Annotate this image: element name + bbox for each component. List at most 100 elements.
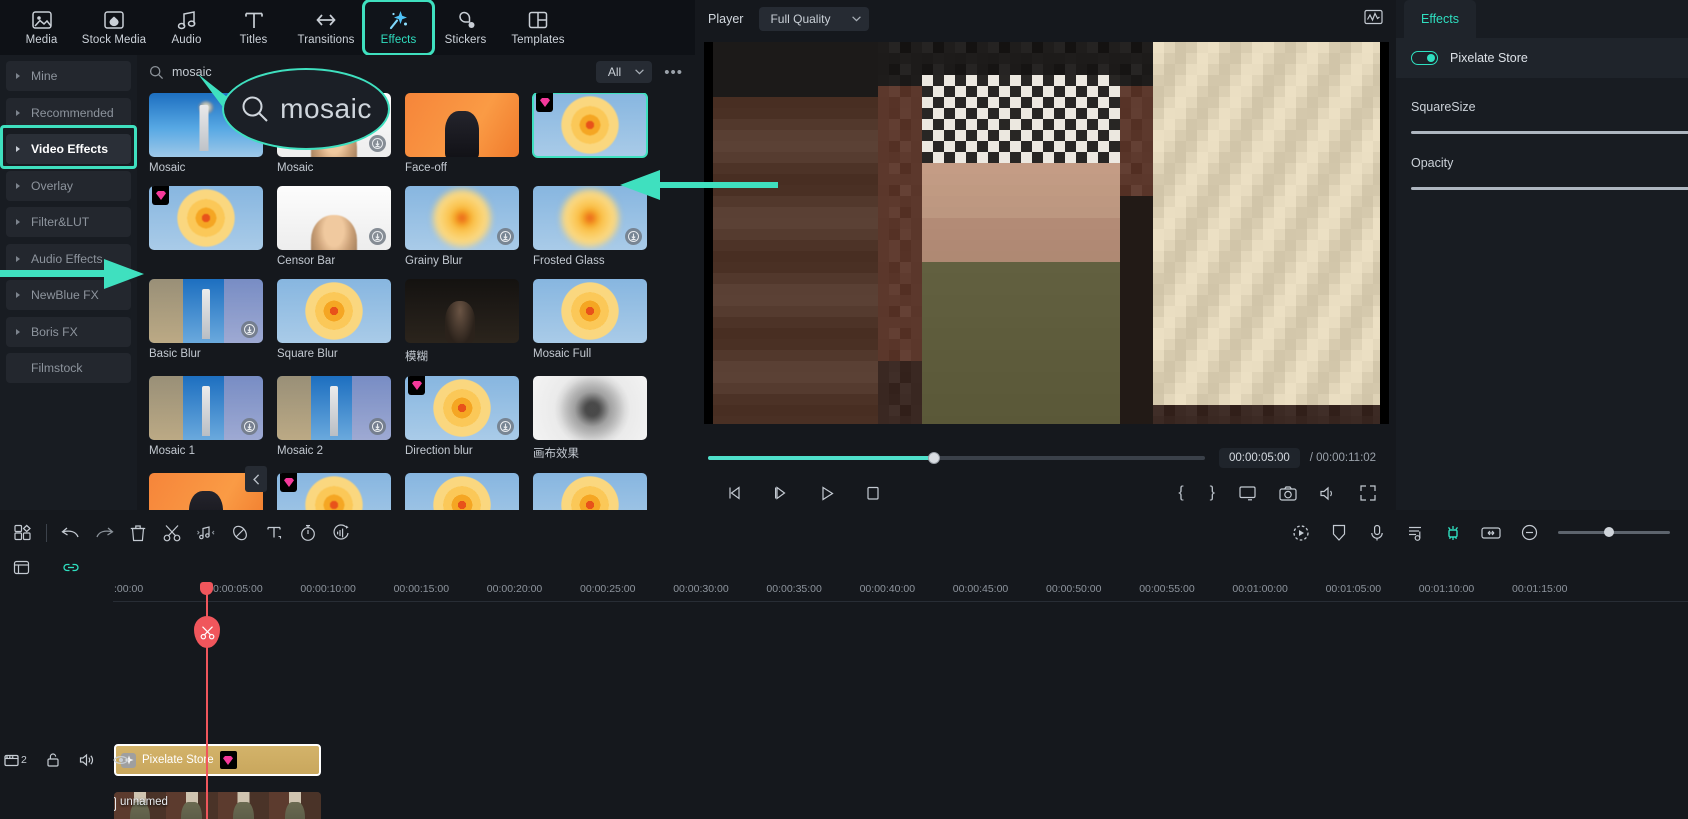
- sidebar-item-newblue-fx[interactable]: NewBlue FX: [6, 280, 131, 310]
- fit-timeline-icon[interactable]: [1474, 518, 1508, 548]
- text-icon[interactable]: [257, 518, 291, 548]
- sidebar-item-mine[interactable]: Mine: [6, 61, 131, 91]
- effect-card[interactable]: Direction blur: [405, 376, 519, 461]
- download-icon[interactable]: [369, 135, 386, 152]
- green-screen-icon[interactable]: [1436, 518, 1470, 548]
- toolbar-item-stickers[interactable]: Stickers: [432, 2, 499, 53]
- waveform-monitor-icon[interactable]: [1364, 9, 1383, 30]
- next-frame-button[interactable]: [766, 480, 796, 506]
- more-options-button[interactable]: •••: [664, 64, 683, 81]
- filter-dropdown[interactable]: All: [595, 61, 653, 83]
- effect-card[interactable]: Mosaic Full: [533, 279, 647, 364]
- download-icon[interactable]: [497, 418, 514, 435]
- speed-icon[interactable]: [291, 518, 325, 548]
- collapse-panel-button[interactable]: [245, 466, 267, 492]
- progress-knob[interactable]: [928, 452, 941, 464]
- audio-ducking-icon[interactable]: [325, 518, 359, 548]
- toolbar-item-stock-media[interactable]: Stock Media: [75, 2, 153, 53]
- effect-thumbnail[interactable]: [533, 473, 647, 510]
- delete-icon[interactable]: [121, 518, 155, 548]
- effect-card[interactable]: Square Blur: [277, 279, 391, 364]
- effect-thumbnail[interactable]: [277, 473, 391, 510]
- download-icon[interactable]: [241, 321, 258, 338]
- effect-thumbnail[interactable]: [277, 186, 391, 250]
- download-icon[interactable]: [497, 228, 514, 245]
- effect-thumbnail[interactable]: [533, 376, 647, 440]
- sidebar-item-filter-lut[interactable]: Filter&LUT: [6, 207, 131, 237]
- video-canvas[interactable]: [704, 42, 1389, 424]
- lock-track-icon[interactable]: [46, 753, 60, 767]
- sidebar-item-audio-effects[interactable]: Audio Effects: [6, 243, 131, 274]
- toolbar-item-titles[interactable]: Titles: [220, 2, 287, 53]
- effect-card[interactable]: [533, 473, 647, 510]
- timeline-clip-effect[interactable]: Pixelate Store: [114, 744, 321, 776]
- toolbar-item-templates[interactable]: Templates: [499, 2, 577, 53]
- sidebar-item-filmstock[interactable]: Filmstock: [6, 353, 131, 383]
- effect-thumbnail[interactable]: [405, 186, 519, 250]
- effect-card[interactable]: Mosaic 1: [149, 376, 263, 461]
- hide-track-icon[interactable]: [113, 754, 129, 766]
- zoom-out-icon[interactable]: [1512, 518, 1546, 548]
- effect-thumbnail[interactable]: [149, 279, 263, 343]
- effect-card[interactable]: Pixelate 2: [149, 186, 263, 267]
- effect-card[interactable]: Mosaic 2: [277, 376, 391, 461]
- sidebar-item-recommended[interactable]: Recommended: [6, 97, 131, 128]
- download-icon[interactable]: [625, 228, 642, 245]
- sidebar-item-boris-fx[interactable]: Boris FX: [6, 316, 131, 347]
- mask-icon[interactable]: [1322, 518, 1356, 548]
- effect-thumbnail[interactable]: [405, 473, 519, 510]
- sidebar-item-video-effects[interactable]: Video Effects: [6, 134, 131, 164]
- play-button[interactable]: [812, 480, 842, 506]
- toolbar-item-transitions[interactable]: Transitions: [287, 2, 365, 53]
- auto-beat-icon[interactable]: [1398, 518, 1432, 548]
- timeline-zoom-slider[interactable]: [1558, 527, 1670, 537]
- effect-card[interactable]: Basic Blur: [149, 279, 263, 364]
- motion-tracking-icon[interactable]: [1284, 518, 1318, 548]
- toolbar-item-media[interactable]: Media: [8, 2, 75, 53]
- audio-detach-icon[interactable]: [189, 518, 223, 548]
- effect-thumbnail[interactable]: [405, 279, 519, 343]
- effect-card[interactable]: Pixelate Store: [532, 93, 648, 174]
- stop-button[interactable]: [858, 480, 888, 506]
- effect-thumbnail[interactable]: [405, 93, 519, 157]
- effect-thumbnail[interactable]: [532, 93, 648, 158]
- voiceover-icon[interactable]: [1360, 518, 1394, 548]
- screen-cast-icon[interactable]: [1233, 480, 1263, 506]
- split-icon[interactable]: [155, 518, 189, 548]
- layout-icon[interactable]: [6, 518, 40, 548]
- tab-effects[interactable]: Effects: [1404, 0, 1476, 38]
- download-icon[interactable]: [369, 228, 386, 245]
- download-icon[interactable]: [369, 418, 386, 435]
- effect-thumbnail[interactable]: [405, 376, 519, 440]
- prev-frame-button[interactable]: [720, 480, 750, 506]
- timeline-clip-video[interactable]: unnamed: [114, 792, 321, 819]
- toolbar-item-audio[interactable]: Audio: [153, 2, 220, 53]
- link-icon[interactable]: [54, 552, 88, 582]
- effect-card[interactable]: Frosted Glass: [533, 186, 647, 267]
- fullscreen-icon[interactable]: [1353, 480, 1383, 506]
- effect-thumbnail[interactable]: [277, 376, 391, 440]
- mark-out-button[interactable]: }: [1202, 484, 1223, 502]
- download-icon[interactable]: [241, 418, 258, 435]
- effect-card[interactable]: Censor Bar: [277, 186, 391, 267]
- mark-in-button[interactable]: {: [1170, 484, 1191, 502]
- effect-enable-toggle[interactable]: [1411, 51, 1438, 65]
- volume-icon[interactable]: [1313, 480, 1343, 506]
- effect-card[interactable]: 模糊: [405, 279, 519, 364]
- effect-thumbnail[interactable]: [149, 376, 263, 440]
- effect-card[interactable]: [405, 473, 519, 510]
- effect-card[interactable]: 画布效果: [533, 376, 647, 461]
- timeline-zoom-knob[interactable]: [1604, 527, 1614, 537]
- effect-thumbnail[interactable]: [533, 279, 647, 343]
- playback-progress-bar[interactable]: [708, 452, 1205, 464]
- playhead-top-marker[interactable]: [200, 582, 213, 595]
- effect-card[interactable]: Face-off: [405, 93, 519, 174]
- effect-card[interactable]: [277, 473, 391, 510]
- effect-thumbnail[interactable]: [533, 186, 647, 250]
- sidebar-item-overlay[interactable]: Overlay: [6, 170, 131, 201]
- effect-card[interactable]: Grainy Blur: [405, 186, 519, 267]
- snapshot-icon[interactable]: [1273, 480, 1303, 506]
- redo-icon[interactable]: [87, 518, 121, 548]
- marker-icon[interactable]: [223, 518, 257, 548]
- effect-thumbnail[interactable]: [149, 186, 263, 250]
